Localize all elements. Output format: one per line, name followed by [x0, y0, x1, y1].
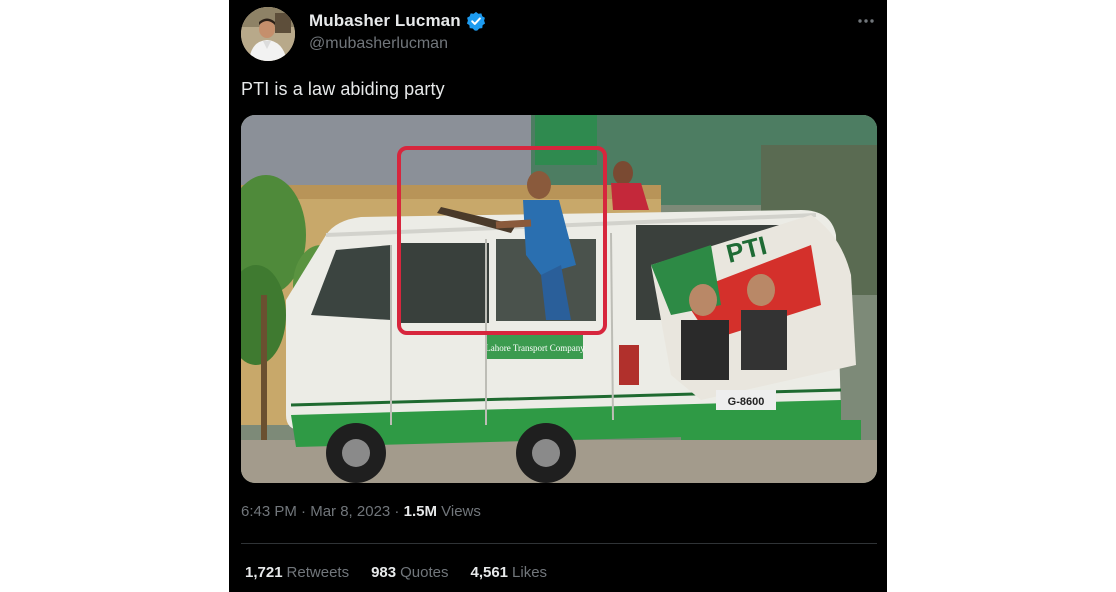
- quotes-count: 983: [371, 564, 397, 581]
- more-horizontal-icon[interactable]: [853, 10, 879, 32]
- meta-separator: ·: [296, 503, 311, 520]
- meta-separator: ·: [390, 503, 404, 520]
- quotes-label: Quotes: [400, 564, 449, 581]
- engagement-stats: 1,721 Retweets 983 Quotes 4,561 Likes: [245, 564, 569, 581]
- author-handle[interactable]: @mubasherlucman: [309, 35, 448, 53]
- likes-count: 4,561: [470, 564, 509, 581]
- likes-stat[interactable]: 4,561 Likes: [470, 564, 547, 581]
- author-name-row: Mubasher Lucman: [309, 11, 486, 31]
- retweets-label: Retweets: [286, 564, 350, 581]
- avatar[interactable]: [241, 7, 295, 61]
- author-name[interactable]: Mubasher Lucman: [309, 11, 461, 31]
- tweet-text: PTI is a law abiding party: [241, 79, 445, 99]
- page-margin-left: [0, 0, 229, 592]
- divider: [241, 543, 877, 544]
- license-plate: G-8600: [728, 396, 765, 408]
- views-label: Views: [441, 503, 481, 520]
- verified-badge-icon: [466, 11, 486, 31]
- tweet-time[interactable]: 6:43 PM: [241, 503, 297, 520]
- tweet-card: Mubasher Lucman @mubasherlucman PTI is a…: [229, 0, 887, 592]
- van-side-label: Lahore Transport Company: [485, 343, 585, 353]
- tweet-photo[interactable]: Lahore Transport Company PTI G-8600: [241, 115, 877, 483]
- tweet-date[interactable]: Mar 8, 2023: [310, 503, 390, 520]
- page-margin-right: [887, 0, 1116, 592]
- likes-label: Likes: [512, 564, 548, 581]
- tweet-meta: 6:43 PM · Mar 8, 2023 · 1.5M Views: [241, 503, 481, 520]
- retweets-count: 1,721: [245, 564, 283, 581]
- retweets-stat[interactable]: 1,721 Retweets: [245, 564, 349, 581]
- views-count: 1.5M: [403, 503, 437, 520]
- quotes-stat[interactable]: 983 Quotes: [371, 564, 448, 581]
